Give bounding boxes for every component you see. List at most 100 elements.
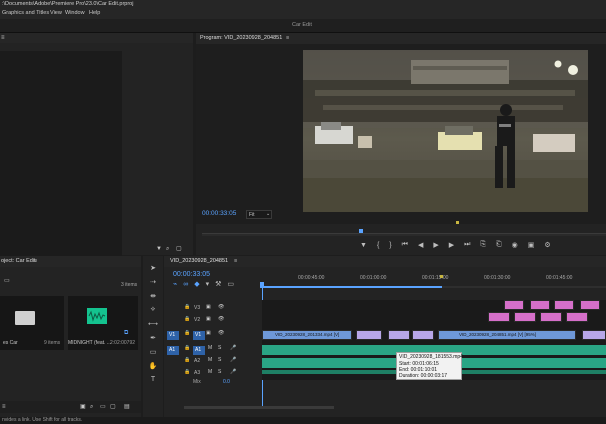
- menu-help[interactable]: Help: [89, 10, 100, 17]
- mute-icon[interactable]: M: [208, 370, 212, 375]
- timeline-clip[interactable]: [504, 300, 524, 310]
- slip-tool-icon[interactable]: ⟷: [148, 320, 158, 328]
- step-forward-icon[interactable]: ▶: [449, 240, 454, 250]
- program-monitor-menu-icon[interactable]: ≡: [286, 35, 289, 42]
- timeline-clip[interactable]: [488, 312, 510, 322]
- mic-icon[interactable]: 🎤: [230, 370, 236, 375]
- timeline-ruler[interactable]: 00:00:45:00 00:01:00:00 00:01:15:00 00:0…: [260, 270, 606, 288]
- timeline-clip-v1-4[interactable]: [412, 330, 434, 340]
- add-marker-icon[interactable]: ◆: [194, 280, 199, 288]
- source-patch-v1[interactable]: V1: [167, 331, 179, 340]
- lock-icon[interactable]: 🔒: [184, 317, 190, 322]
- captions-icon[interactable]: ▭: [227, 280, 234, 288]
- marker-icon[interactable]: ▼: [360, 240, 367, 250]
- timeline-clip-v1-2[interactable]: [356, 330, 382, 340]
- source-panel-menu-icon[interactable]: ≡: [1, 35, 5, 41]
- sync-lock-icon[interactable]: ▣: [206, 317, 211, 322]
- eye-icon[interactable]: 👁: [218, 317, 224, 322]
- in-point-icon[interactable]: {: [377, 240, 379, 250]
- export-frame-icon[interactable]: ◉: [512, 240, 518, 250]
- program-playhead[interactable]: [359, 229, 363, 233]
- timeline-horizontal-scrollbar[interactable]: [184, 406, 334, 409]
- solo-icon[interactable]: S: [218, 346, 221, 351]
- project-item-bin[interactable]: es Car 9 items: [0, 296, 64, 350]
- timeline-clip-v1-6[interactable]: [582, 330, 606, 340]
- new-item-icon[interactable]: ▢: [110, 404, 116, 410]
- source-patch-a1[interactable]: A1: [167, 346, 179, 355]
- freeform-view-icon[interactable]: ▣: [80, 404, 86, 410]
- step-back-icon[interactable]: ◀: [418, 240, 423, 250]
- pen-tool-icon[interactable]: ✒: [150, 334, 156, 342]
- folder-icon[interactable]: ▭: [4, 278, 10, 284]
- rectangle-tool-icon[interactable]: ▭: [150, 348, 157, 356]
- timeline-link-icon[interactable]: ⧉: [124, 330, 128, 336]
- timeline-display-settings-icon[interactable]: ▾: [206, 280, 210, 288]
- linked-selection-icon[interactable]: ∞: [183, 280, 188, 288]
- out-point-icon[interactable]: }: [389, 240, 391, 250]
- play-icon[interactable]: ▶: [433, 240, 438, 250]
- menu-graphics-and-titles[interactable]: Graphics and Titles: [2, 10, 49, 17]
- ripple-edit-tool-icon[interactable]: ⇼: [150, 292, 156, 300]
- list-view-icon[interactable]: ≡: [2, 404, 6, 410]
- mute-icon[interactable]: M: [208, 358, 212, 363]
- search-icon[interactable]: ⌕: [90, 404, 93, 410]
- lock-icon[interactable]: 🔒: [184, 346, 190, 351]
- new-bin-icon[interactable]: ▭: [100, 404, 106, 410]
- timeline-clip-v1-3[interactable]: [388, 330, 410, 340]
- solo-icon[interactable]: S: [218, 358, 221, 363]
- hand-tool-icon[interactable]: ✋: [149, 362, 158, 370]
- lock-icon[interactable]: 🔒: [184, 358, 190, 363]
- type-tool-icon[interactable]: T: [151, 376, 155, 383]
- work-area-range[interactable]: [262, 286, 442, 288]
- settings-icon[interactable]: ⚙: [544, 240, 550, 250]
- project-panel-tab[interactable]: oject: Car Edit: [1, 258, 36, 265]
- timeline-clip[interactable]: [514, 312, 536, 322]
- go-to-in-icon[interactable]: ⏮: [402, 240, 408, 250]
- timeline-clip[interactable]: [530, 300, 550, 310]
- snap-icon[interactable]: ⌁: [173, 280, 177, 288]
- timeline-clip-v1-5[interactable]: VID_20230928_204851.mp4 [V] [95%]: [438, 330, 576, 340]
- timeline-timecode[interactable]: 00:00:33:05: [173, 271, 210, 278]
- fit-dropdown[interactable]: Fit ⌄: [246, 210, 272, 219]
- timeline-clip[interactable]: [580, 300, 600, 310]
- mix-value[interactable]: 0.0: [223, 380, 230, 385]
- go-to-out-icon[interactable]: ⏭: [464, 240, 470, 250]
- sync-lock-icon[interactable]: ▣: [206, 305, 211, 310]
- program-timecode[interactable]: 00:00:33:05: [202, 210, 236, 218]
- project-panel-menu-icon[interactable]: ≡: [34, 258, 37, 265]
- mic-icon[interactable]: 🎤: [230, 346, 236, 351]
- razor-tool-icon[interactable]: ⟡: [151, 306, 156, 314]
- delete-icon[interactable]: ▢: [176, 246, 182, 252]
- mic-icon[interactable]: 🎤: [230, 358, 236, 363]
- timeline-clip[interactable]: [540, 312, 562, 322]
- menu-window[interactable]: Window: [65, 10, 85, 17]
- eye-icon[interactable]: 👁: [218, 305, 224, 310]
- insert-icon[interactable]: ⎘: [480, 240, 486, 250]
- timeline-clip[interactable]: [554, 300, 574, 310]
- lock-icon[interactable]: 🔒: [184, 305, 190, 310]
- lock-icon[interactable]: 🔒: [184, 331, 190, 336]
- solo-icon[interactable]: S: [218, 370, 221, 375]
- overwrite-icon[interactable]: ⎗: [496, 240, 502, 250]
- track-v1-target[interactable]: V1: [193, 331, 205, 340]
- eye-icon[interactable]: 👁: [218, 331, 224, 336]
- sync-lock-icon[interactable]: ▣: [206, 331, 211, 336]
- timeline-clip-v1-1[interactable]: VID_20230928_201334.mp4 [V]: [262, 330, 352, 340]
- menu-view[interactable]: View: [50, 10, 62, 17]
- timeline-clip[interactable]: [566, 312, 588, 322]
- delete-icon[interactable]: ▤: [124, 404, 130, 410]
- mute-icon[interactable]: M: [208, 346, 212, 351]
- project-item-audio[interactable]: MIDNIGHT (feat. ... 2:02:00792 ⧉: [68, 296, 138, 350]
- timeline-menu-icon[interactable]: ≡: [234, 258, 237, 265]
- wrench-icon[interactable]: ⚒: [215, 280, 221, 288]
- lock-icon[interactable]: 🔒: [184, 370, 190, 375]
- selection-tool-icon[interactable]: ➤: [150, 264, 156, 272]
- timeline-tab[interactable]: VID_20230928_204851: [170, 258, 228, 265]
- track-a1-target[interactable]: A1: [193, 346, 205, 355]
- search-icon[interactable]: ⌕: [166, 246, 169, 252]
- comparison-icon[interactable]: ▣: [528, 240, 535, 250]
- program-monitor-tab[interactable]: Program: VID_20230928_204851: [200, 35, 282, 42]
- filter-icon[interactable]: ▼: [156, 246, 162, 252]
- program-scrub-bar[interactable]: [202, 233, 606, 236]
- track-select-tool-icon[interactable]: ⇢: [150, 278, 156, 286]
